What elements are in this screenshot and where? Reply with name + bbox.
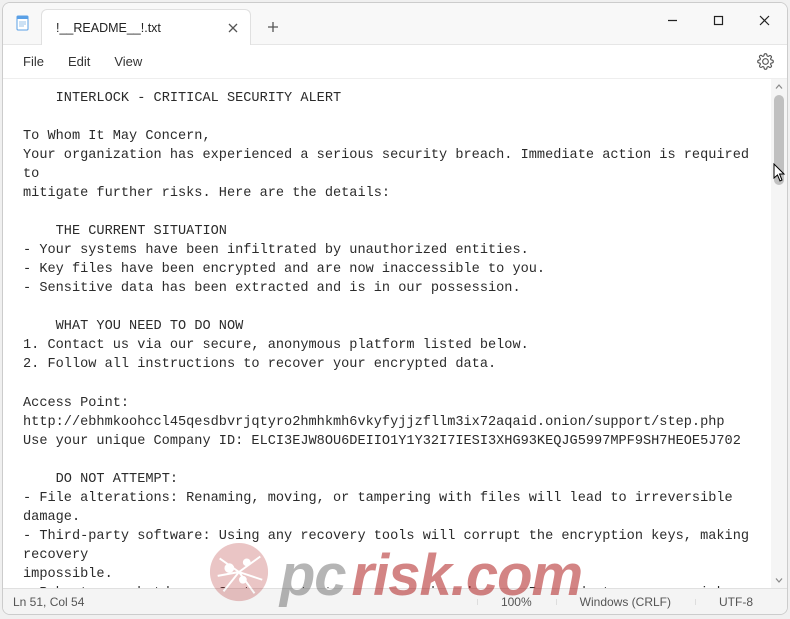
scroll-down-icon[interactable] bbox=[771, 572, 787, 588]
tab-title: !__README__!.txt bbox=[56, 21, 161, 35]
status-line-endings[interactable]: Windows (CRLF) bbox=[556, 595, 695, 609]
menu-file[interactable]: File bbox=[11, 48, 56, 75]
close-window-button[interactable] bbox=[741, 3, 787, 37]
status-encoding[interactable]: UTF-8 bbox=[695, 595, 777, 609]
window-controls bbox=[649, 3, 787, 37]
maximize-button[interactable] bbox=[695, 3, 741, 37]
gear-icon bbox=[757, 53, 774, 70]
vertical-scrollbar[interactable] bbox=[771, 79, 787, 588]
menu-view[interactable]: View bbox=[102, 48, 154, 75]
menubar: File Edit View bbox=[3, 45, 787, 79]
new-tab-button[interactable] bbox=[257, 11, 289, 43]
notepad-window: !__README__!.txt File Edit View bbox=[2, 2, 788, 615]
minimize-button[interactable] bbox=[649, 3, 695, 37]
settings-button[interactable] bbox=[751, 48, 779, 76]
close-tab-icon[interactable] bbox=[226, 21, 240, 35]
status-zoom[interactable]: 100% bbox=[477, 595, 556, 609]
scroll-up-icon[interactable] bbox=[771, 79, 787, 95]
statusbar: Ln 51, Col 54 100% Windows (CRLF) UTF-8 bbox=[3, 588, 787, 614]
content-area: INTERLOCK - CRITICAL SECURITY ALERT To W… bbox=[3, 79, 787, 588]
status-cursor-position: Ln 51, Col 54 bbox=[13, 595, 124, 609]
menu-edit[interactable]: Edit bbox=[56, 48, 102, 75]
document-tab[interactable]: !__README__!.txt bbox=[41, 9, 251, 45]
scrollbar-track[interactable] bbox=[771, 95, 787, 572]
app-icon bbox=[15, 15, 31, 31]
titlebar: !__README__!.txt bbox=[3, 3, 787, 45]
text-editor[interactable]: INTERLOCK - CRITICAL SECURITY ALERT To W… bbox=[3, 79, 771, 588]
scrollbar-thumb[interactable] bbox=[774, 95, 784, 185]
